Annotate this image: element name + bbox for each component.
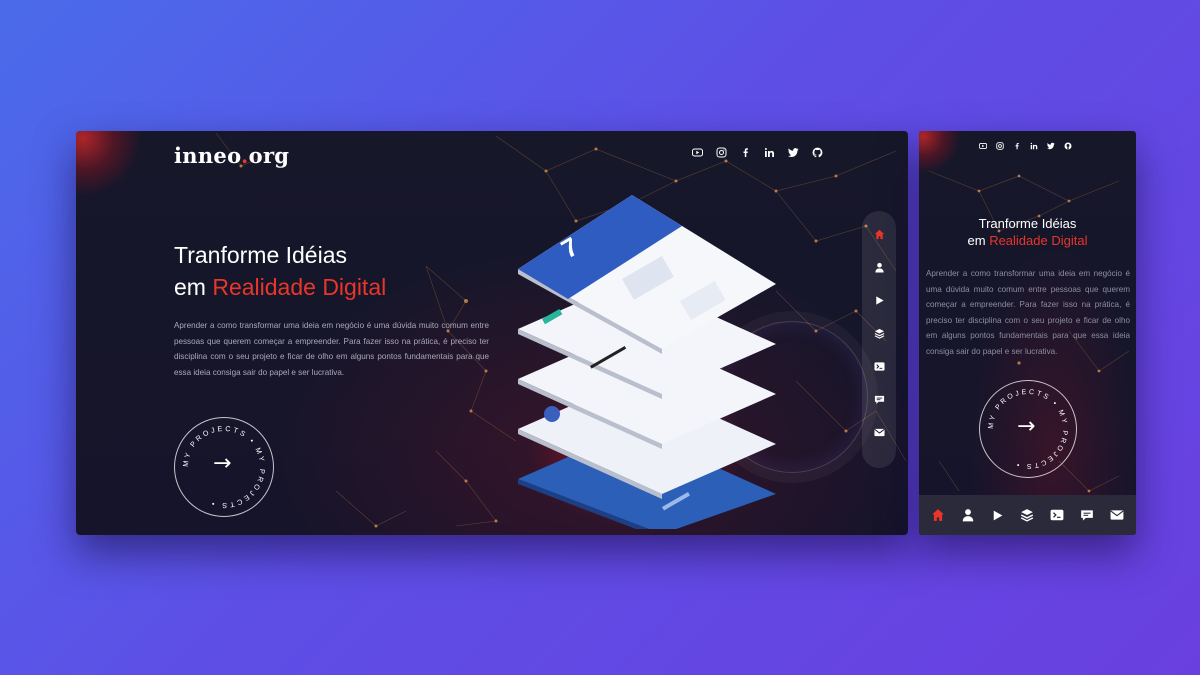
chat-icon[interactable] [1079, 507, 1095, 523]
youtube-icon[interactable] [979, 142, 987, 150]
play-icon[interactable] [990, 507, 1006, 523]
mobile-preview: Tranforme Idéias em Realidade Digital Ap… [919, 131, 1136, 535]
instagram-icon[interactable] [996, 142, 1004, 150]
play-icon[interactable] [871, 292, 887, 308]
chat-icon[interactable] [871, 391, 887, 407]
terminal-icon[interactable] [1049, 507, 1065, 523]
mail-icon[interactable] [871, 424, 887, 440]
mockup-stack-illustration: 7 [518, 195, 776, 529]
terminal-icon[interactable] [871, 358, 887, 374]
github-icon[interactable] [812, 147, 823, 158]
layers-icon[interactable] [871, 325, 887, 341]
hero-title: Tranforme Idéias em Realidade Digital [967, 216, 1088, 248]
user-icon[interactable] [960, 507, 976, 523]
desktop-preview: inneo.org Tranforme Idéias em Realidade … [76, 131, 908, 535]
site-logo[interactable]: inneo.org [174, 143, 289, 168]
bottom-navigation [919, 495, 1136, 535]
social-links [692, 147, 823, 158]
layers-icon[interactable] [1019, 507, 1035, 523]
home-icon[interactable] [871, 226, 887, 242]
hero-title: Tranforme Idéias em Realidade Digital [174, 242, 387, 300]
user-icon[interactable] [871, 259, 887, 275]
arrow-right-icon: → [213, 451, 232, 476]
red-splash-decoration [76, 131, 146, 201]
my-projects-button[interactable]: MY PROJECTS • MY PROJECTS • → [979, 380, 1077, 478]
red-splash-decoration [919, 131, 959, 181]
arrow-right-icon: → [1017, 414, 1036, 439]
twitter-icon[interactable] [1047, 142, 1055, 150]
instagram-icon[interactable] [716, 147, 727, 158]
github-icon[interactable] [1064, 142, 1072, 150]
linkedin-icon[interactable] [764, 147, 775, 158]
social-links [979, 142, 1072, 150]
home-icon[interactable] [930, 507, 946, 523]
linkedin-icon[interactable] [1030, 142, 1038, 150]
hero-description: Aprender a como transformar uma ideia em… [926, 269, 1130, 356]
twitter-icon[interactable] [788, 147, 799, 158]
side-navigation [862, 211, 896, 468]
youtube-icon[interactable] [692, 147, 703, 158]
facebook-icon[interactable] [740, 147, 751, 158]
facebook-icon[interactable] [1013, 142, 1021, 150]
hero-description: Aprender a como transformar uma ideia em… [174, 321, 489, 377]
my-projects-button[interactable]: MY PROJECTS • MY PROJECTS • → [174, 417, 274, 517]
mail-icon[interactable] [1109, 507, 1125, 523]
